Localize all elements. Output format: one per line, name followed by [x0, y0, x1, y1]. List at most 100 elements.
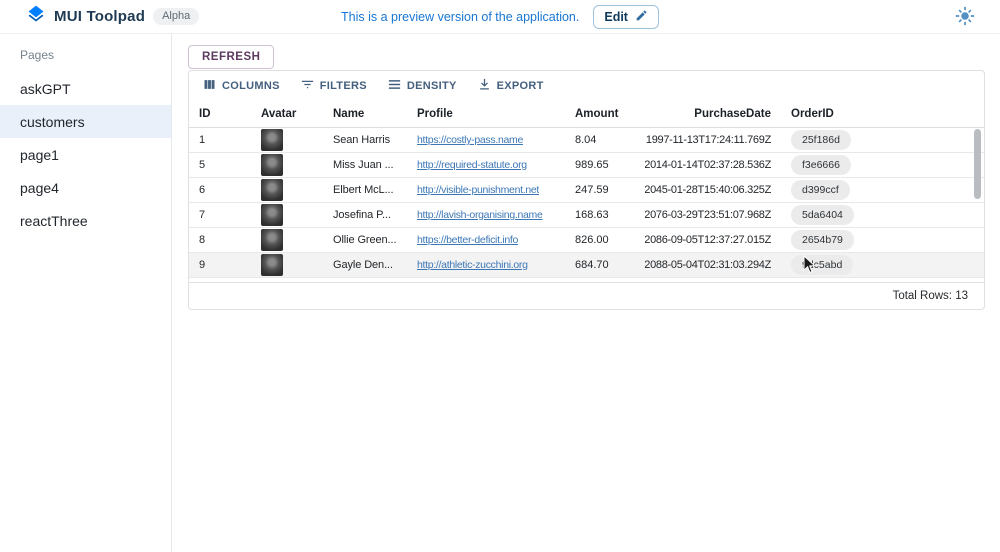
- cell-purchase-date: 1997-11-13T17:24:11.769Z: [645, 128, 781, 152]
- profile-link[interactable]: http://required-statute.org: [417, 159, 527, 171]
- avatar-image: [261, 129, 283, 151]
- cell-name: Sean Harris: [323, 128, 407, 152]
- cell-name: Ollie Green...: [323, 228, 407, 252]
- vertical-scrollbar[interactable]: [974, 129, 981, 199]
- version-badge: Alpha: [153, 8, 199, 25]
- pencil-icon: [635, 9, 648, 25]
- cell-amount: 168.63: [565, 203, 645, 227]
- grid-footer: Total Rows: 13: [189, 282, 984, 309]
- cell-order-id: 9dc5abd: [781, 253, 881, 277]
- order-id-chip: 25f186d: [791, 130, 851, 150]
- cell-order-id: 2654b79: [781, 228, 881, 252]
- cell-id: 6: [189, 178, 251, 202]
- cell-name: Miss Juan ...: [323, 153, 407, 177]
- theme-toggle-button[interactable]: [954, 6, 976, 28]
- layers-icon: [26, 4, 46, 29]
- table-row[interactable]: 9 Gayle Den... http://athletic-zucchini.or…: [189, 253, 984, 278]
- avatar-image: [261, 254, 283, 276]
- preview-banner: This is a preview version of the applica…: [341, 0, 659, 34]
- cell-order-id: 25f186d: [781, 128, 881, 152]
- column-header-name[interactable]: Name: [323, 100, 407, 127]
- cell-amount: 826.00: [565, 228, 645, 252]
- cell-profile: http://athletic-zucchini.org: [407, 253, 565, 277]
- table-row[interactable]: 1 Sean Harris https://costly-pass.name 8.04…: [189, 128, 984, 153]
- avatar-image: [261, 229, 283, 251]
- grid-rows: 1 Sean Harris https://costly-pass.name 8.04…: [189, 128, 984, 278]
- profile-link[interactable]: http://lavish-organising.name: [417, 209, 543, 221]
- avatar-image: [261, 154, 283, 176]
- order-id-chip: d399ccf: [791, 180, 850, 200]
- column-header-avatar[interactable]: Avatar: [251, 100, 323, 127]
- cell-amount: 684.70: [565, 253, 645, 277]
- cell-profile: http://lavish-organising.name: [407, 203, 565, 227]
- cell-amount: 247.59: [565, 178, 645, 202]
- toolbar-filters-button[interactable]: FILTERS: [292, 73, 375, 99]
- order-id-chip: 9dc5abd: [791, 255, 853, 275]
- cell-profile: http://required-statute.org: [407, 153, 565, 177]
- column-header-amount[interactable]: Amount: [565, 100, 645, 127]
- cell-order-id: f3e6666: [781, 153, 881, 177]
- cell-profile: https://better-deficit.info: [407, 228, 565, 252]
- cell-order-id: 5da6404: [781, 203, 881, 227]
- cell-id: 7: [189, 203, 251, 227]
- sidebar-item-page1[interactable]: page1: [0, 138, 171, 171]
- main-content: REFRESH COLUMNSFILTERSDENSITYEXPORT IDAv…: [173, 34, 1000, 552]
- sidebar-section-label: Pages: [20, 48, 171, 62]
- cell-avatar: [251, 228, 323, 252]
- order-id-chip: 5da6404: [791, 205, 854, 225]
- column-header-id[interactable]: ID: [189, 100, 251, 127]
- cell-avatar: [251, 253, 323, 277]
- refresh-button[interactable]: REFRESH: [188, 45, 274, 69]
- cell-purchase-date: 2014-01-14T02:37:28.536Z: [645, 153, 781, 177]
- cell-avatar: [251, 128, 323, 152]
- cell-id: 1: [189, 128, 251, 152]
- export-download-icon: [477, 77, 492, 95]
- profile-link[interactable]: https://better-deficit.info: [417, 234, 518, 246]
- sidebar-item-customers[interactable]: customers: [0, 105, 171, 138]
- cell-amount: 8.04: [565, 128, 645, 152]
- grid-toolbar: COLUMNSFILTERSDENSITYEXPORT: [189, 71, 984, 100]
- edit-button-label: Edit: [604, 10, 628, 24]
- avatar-image: [261, 179, 283, 201]
- cell-purchase-date: 2076-03-29T23:51:07.968Z: [645, 203, 781, 227]
- table-row[interactable]: 5 Miss Juan ... http://required-statute.or…: [189, 153, 984, 178]
- cell-purchase-date: 2045-01-28T15:40:06.325Z: [645, 178, 781, 202]
- cell-avatar: [251, 203, 323, 227]
- column-header-purchasedate[interactable]: PurchaseDate: [645, 100, 781, 127]
- cell-id: 5: [189, 153, 251, 177]
- cell-name: Josefina P...: [323, 203, 407, 227]
- toolbar-columns-button[interactable]: COLUMNS: [194, 73, 288, 99]
- table-row[interactable]: 8 Ollie Green... https://better-deficit.in…: [189, 228, 984, 253]
- column-header-orderid[interactable]: OrderID: [781, 100, 881, 127]
- profile-link[interactable]: http://athletic-zucchini.org: [417, 259, 528, 271]
- filter-list-icon: [300, 77, 315, 95]
- cell-id: 8: [189, 228, 251, 252]
- sidebar-item-reactThree[interactable]: reactThree: [0, 204, 171, 237]
- cell-order-id: d399ccf: [781, 178, 881, 202]
- toolbar-density-button[interactable]: DENSITY: [379, 73, 465, 99]
- table-row[interactable]: 7 Josefina P... http://lavish-organising.n…: [189, 203, 984, 228]
- cell-purchase-date: 2086-09-05T12:37:27.015Z: [645, 228, 781, 252]
- profile-link[interactable]: https://costly-pass.name: [417, 134, 523, 146]
- preview-message: This is a preview version of the applica…: [341, 10, 579, 24]
- cell-avatar: [251, 153, 323, 177]
- app-header: MUI Toolpad Alpha This is a preview vers…: [0, 0, 1000, 34]
- sidebar-item-askGPT[interactable]: askGPT: [0, 72, 171, 105]
- column-header-profile[interactable]: Profile: [407, 100, 565, 127]
- toolbar-export-button[interactable]: EXPORT: [469, 73, 552, 99]
- profile-link[interactable]: http://visible-punishment.net: [417, 184, 539, 196]
- total-rows-label: Total Rows: 13: [893, 290, 968, 302]
- sidebar-item-page4[interactable]: page4: [0, 171, 171, 204]
- cell-profile: https://costly-pass.name: [407, 128, 565, 152]
- table-row[interactable]: 6 Elbert McL... http://visible-punishment.…: [189, 178, 984, 203]
- cell-name: Elbert McL...: [323, 178, 407, 202]
- cell-profile: http://visible-punishment.net: [407, 178, 565, 202]
- cell-id: 9: [189, 253, 251, 277]
- order-id-chip: f3e6666: [791, 155, 851, 175]
- sun-icon: [955, 14, 975, 29]
- cell-avatar: [251, 178, 323, 202]
- view-column-icon: [202, 77, 217, 95]
- data-grid-card: COLUMNSFILTERSDENSITYEXPORT IDAvatarName…: [188, 70, 985, 310]
- edit-button[interactable]: Edit: [593, 5, 659, 29]
- cell-name: Gayle Den...: [323, 253, 407, 277]
